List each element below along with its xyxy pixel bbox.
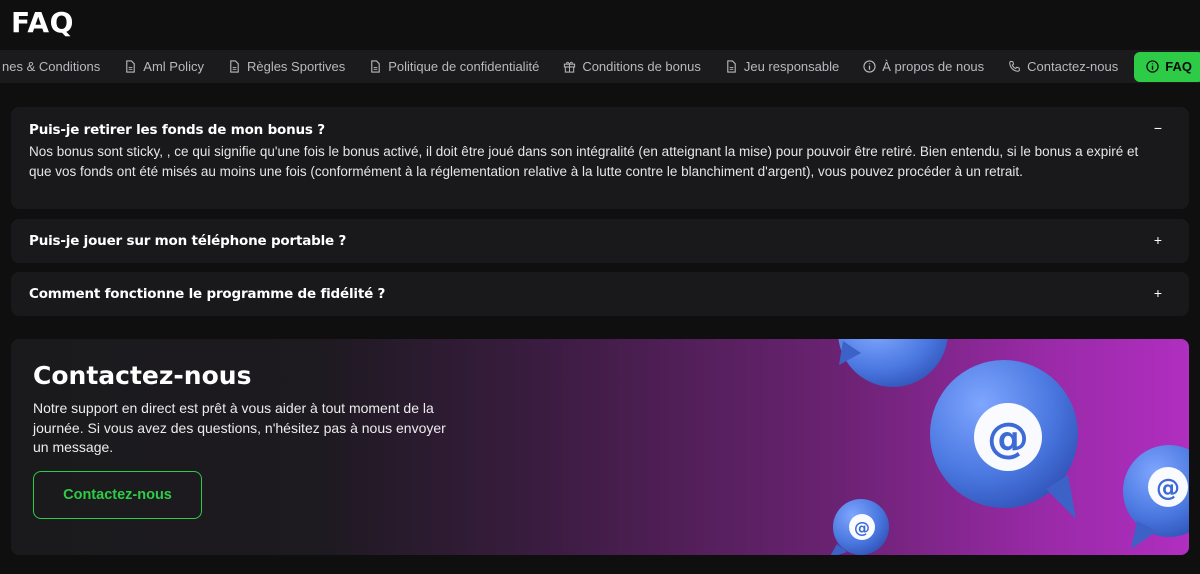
page-title: FAQ xyxy=(11,6,74,39)
contact-banner: @ @ @ Contactez-nous Notre support en di… xyxy=(11,339,1189,555)
document-icon xyxy=(126,60,136,73)
document-icon xyxy=(371,60,381,73)
chat-bubble-icon xyxy=(838,339,948,387)
contact-button[interactable]: Contactez-nous xyxy=(33,471,202,519)
tab-conditions-bonus[interactable]: Conditions de bonus xyxy=(551,52,713,82)
tab-label: Aml Policy xyxy=(143,59,204,74)
contact-description: Notre support en direct est prêt à vous … xyxy=(33,400,446,455)
tab-politique-confidentialite[interactable]: Politique de confidentialité xyxy=(357,52,551,82)
footer-nav-tabs: nes & Conditions Aml Policy Règles Sport… xyxy=(0,50,1200,83)
contact-title: Contactez-nous xyxy=(33,361,252,390)
info-icon xyxy=(1146,60,1159,73)
faq-question[interactable]: Puis-je jouer sur mon téléphone portable… xyxy=(29,233,346,249)
document-icon xyxy=(230,60,239,73)
at-symbol: @ xyxy=(1156,474,1180,502)
chat-bubble-icon: @ xyxy=(930,360,1078,519)
faq-question[interactable]: Comment fonctionne le programme de fidél… xyxy=(29,286,385,302)
faq-item-expanded: Puis-je retirer les fonds de mon bonus ?… xyxy=(11,107,1189,209)
tab-label: À propos de nous xyxy=(882,59,985,74)
tab-label: Jeu responsable xyxy=(743,59,840,74)
faq-item[interactable]: Comment fonctionne le programme de fidél… xyxy=(11,272,1189,316)
chat-bubble-icon: @ xyxy=(830,499,889,555)
tab-regles-sportives[interactable]: Règles Sportives xyxy=(216,52,357,82)
tab-contactez-nous[interactable]: Contactez-nous xyxy=(996,52,1130,82)
faq-question[interactable]: Puis-je retirer les fonds de mon bonus ? xyxy=(29,122,325,138)
tab-label: FAQ xyxy=(1165,59,1192,74)
gift-icon xyxy=(564,61,576,73)
tab-label: Conditions de bonus xyxy=(582,59,701,74)
tab-label: nes & Conditions xyxy=(2,59,101,74)
at-symbol: @ xyxy=(987,413,1029,462)
collapse-icon[interactable]: − xyxy=(1151,120,1165,136)
tab-jeu-responsable[interactable]: Jeu responsable xyxy=(713,52,851,82)
faq-answer: Nos bonus sont sticky, , ce qui signifie… xyxy=(29,144,1139,179)
at-symbol: @ xyxy=(854,518,870,537)
document-icon xyxy=(727,60,736,73)
tab-label: Politique de confidentialité xyxy=(388,59,540,74)
info-icon xyxy=(863,60,876,73)
faq-item[interactable]: Puis-je jouer sur mon téléphone portable… xyxy=(11,219,1189,263)
tab-a-propos[interactable]: À propos de nous xyxy=(851,52,996,82)
expand-icon[interactable]: + xyxy=(1151,285,1165,301)
tab-label: Règles Sportives xyxy=(246,59,346,74)
expand-icon[interactable]: + xyxy=(1151,232,1165,248)
chat-bubble-icon: @ xyxy=(1123,445,1189,549)
tab-terms-conditions[interactable]: nes & Conditions xyxy=(0,52,112,82)
tab-faq[interactable]: FAQ xyxy=(1134,51,1200,82)
phone-icon xyxy=(1009,60,1021,72)
tab-aml-policy[interactable]: Aml Policy xyxy=(112,52,216,82)
tab-label: Contactez-nous xyxy=(1027,59,1119,74)
